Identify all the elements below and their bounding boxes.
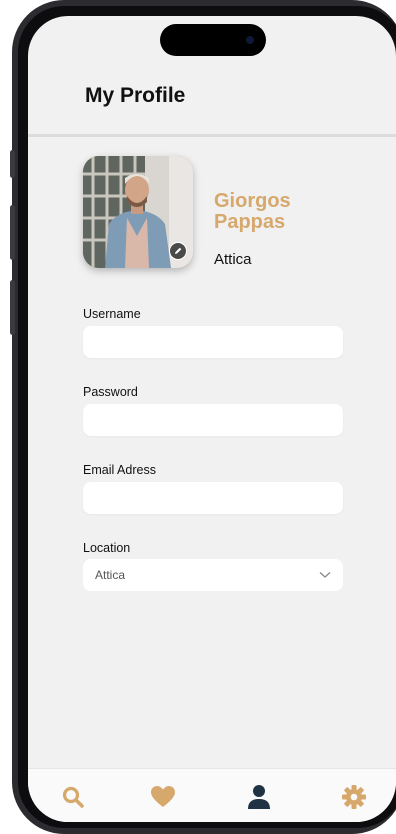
header-divider xyxy=(28,134,396,137)
nav-search-button[interactable] xyxy=(55,779,91,815)
heart-icon xyxy=(151,786,175,807)
username-field[interactable] xyxy=(83,326,343,358)
nav-profile-button[interactable] xyxy=(241,779,277,815)
location-select[interactable]: Attica xyxy=(83,559,343,591)
edit-photo-button[interactable] xyxy=(169,242,187,260)
page-title: My Profile xyxy=(85,84,186,107)
volume-up-button xyxy=(10,205,15,260)
email-label: Email Adress xyxy=(83,463,156,477)
location-selected-value: Attica xyxy=(95,568,126,582)
email-field[interactable] xyxy=(83,482,343,514)
person-icon xyxy=(248,785,270,809)
location-label: Location xyxy=(83,541,131,555)
password-label: Password xyxy=(83,385,138,399)
gear-icon xyxy=(342,785,366,809)
nav-settings-button[interactable] xyxy=(336,779,372,815)
password-field[interactable] xyxy=(83,404,343,436)
app-screen: My Profile Giorgos Pappas Attica Usernam… xyxy=(28,16,396,822)
bottom-nav xyxy=(28,768,396,822)
profile-name: Giorgos Pappas xyxy=(214,190,291,233)
profile-region: Attica xyxy=(214,251,252,268)
mute-switch xyxy=(10,150,15,178)
chevron-down-icon xyxy=(319,572,331,578)
search-icon xyxy=(62,786,84,808)
avatar[interactable] xyxy=(83,156,193,268)
nav-favorites-button[interactable] xyxy=(145,779,181,815)
pencil-icon xyxy=(175,247,182,254)
front-camera xyxy=(246,36,254,44)
volume-down-button xyxy=(10,280,15,335)
username-label: Username xyxy=(83,307,141,321)
